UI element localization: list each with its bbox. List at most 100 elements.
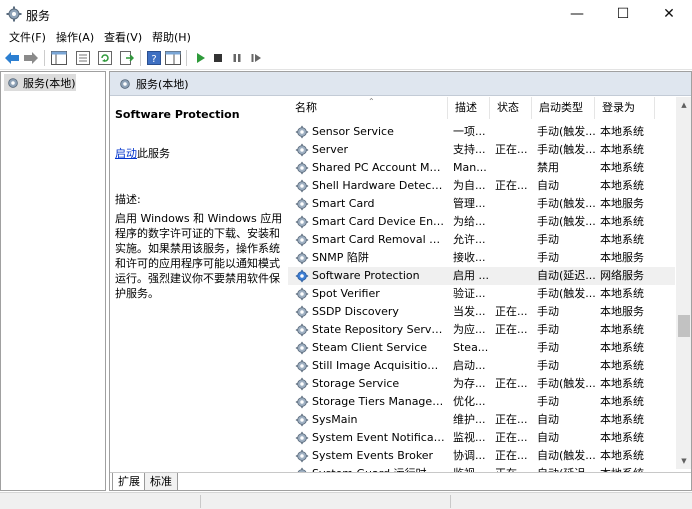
table-row[interactable]: SysMain 维护... 正在... 自动 本地系统 <box>288 411 675 429</box>
table-row[interactable]: Storage Service 为存... 正在... 手动(触发... 本地系统 <box>288 375 675 393</box>
service-startup-type: 手动(触发... <box>537 125 595 138</box>
stop-service-icon[interactable] <box>209 49 227 67</box>
service-startup-type: 手动 <box>537 323 559 336</box>
export-list-icon[interactable] <box>118 49 136 67</box>
pane-header: 服务(本地) <box>110 72 691 96</box>
service-startup-type: 手动 <box>537 233 559 246</box>
view-tabs: 扩展 标准 <box>110 472 691 490</box>
maximize-icon: ☐ <box>616 6 630 22</box>
service-status <box>495 159 533 177</box>
column-header-logon-as[interactable]: 登录为 <box>595 97 655 119</box>
table-row[interactable]: Smart Card Removal Policy 允许... 手动 本地系统 <box>288 231 675 249</box>
tab-standard[interactable]: 标准 <box>144 473 178 490</box>
service-name-cell: System Events Broker <box>295 447 445 465</box>
service-logon-as: 本地系统 <box>600 215 644 228</box>
scroll-thumb[interactable] <box>678 315 690 337</box>
service-status <box>495 231 533 249</box>
table-row[interactable]: Spot Verifier 验证... 手动(触发... 本地系统 <box>288 285 675 303</box>
service-description: 一项... <box>453 125 486 138</box>
column-header-startup-type[interactable]: 启动类型 <box>532 97 595 119</box>
show-hide-tree-icon[interactable] <box>50 49 68 67</box>
service-name: Shared PC Account Manager <box>312 161 445 174</box>
service-startup-type: 手动 <box>537 395 559 408</box>
service-startup-type: 自动 <box>537 413 559 426</box>
service-startup-type: 手动 <box>537 359 559 372</box>
pause-service-icon[interactable] <box>228 49 246 67</box>
menu-help[interactable]: 帮助(H) <box>152 29 191 45</box>
service-name-cell: SNMP 陷阱 <box>295 249 445 267</box>
service-name-cell: Still Image Acquisition Eve... <box>295 357 445 375</box>
service-startup-type: 禁用 <box>537 161 559 174</box>
service-status: 正在... <box>495 143 528 156</box>
menu-bar: 文件(F) 操作(A) 查看(V) 帮助(H) <box>0 28 692 46</box>
service-logon-as: 本地系统 <box>600 233 644 246</box>
table-row[interactable]: SSDP Discovery 当发... 正在... 手动 本地服务 <box>288 303 675 321</box>
close-button[interactable]: ✕ <box>646 0 692 28</box>
service-description: 优化... <box>453 395 486 408</box>
back-icon[interactable] <box>3 49 21 67</box>
vertical-scrollbar[interactable]: ▲ ▼ <box>676 97 691 469</box>
forward-icon[interactable] <box>22 49 40 67</box>
table-row[interactable]: Storage Tiers Management 优化... 手动 本地系统 <box>288 393 675 411</box>
service-description: 启动... <box>453 359 486 372</box>
table-row[interactable]: Software Protection 启用 ... 自动(延迟... 网络服务 <box>288 267 675 285</box>
service-logon-as: 网络服务 <box>600 269 644 282</box>
table-row[interactable]: Sensor Service 一项... 手动(触发... 本地系统 <box>288 123 675 141</box>
service-name: SysMain <box>312 413 358 426</box>
service-logon-as: 本地系统 <box>600 143 644 156</box>
table-row[interactable]: Smart Card Device Enumer... 为给... 手动(触发...… <box>288 213 675 231</box>
service-description: 为存... <box>453 377 486 390</box>
menu-action[interactable]: 操作(A) <box>56 29 94 45</box>
service-name-cell: System Event Notification ... <box>295 429 445 447</box>
scroll-down-icon[interactable]: ▼ <box>676 453 691 469</box>
service-status <box>495 213 533 231</box>
service-gear-icon <box>295 431 309 445</box>
service-name-cell: Storage Service <box>295 375 445 393</box>
service-logon-as: 本地系统 <box>600 431 644 444</box>
minimize-button[interactable]: — <box>554 0 600 28</box>
table-row[interactable]: SNMP 陷阱 接收... 手动 本地服务 <box>288 249 675 267</box>
service-description: 接收... <box>453 251 486 264</box>
service-status <box>495 195 533 213</box>
service-logon-as: 本地系统 <box>600 449 644 462</box>
table-row[interactable]: Shared PC Account Manager Man... 禁用 本地系统 <box>288 159 675 177</box>
service-startup-type: 自动 <box>537 179 559 192</box>
table-row[interactable]: Steam Client Service Stea... 手动 本地系统 <box>288 339 675 357</box>
restart-service-icon[interactable] <box>247 49 265 67</box>
tab-extended[interactable]: 扩展 <box>112 473 146 490</box>
service-name: Server <box>312 143 349 156</box>
scroll-up-icon[interactable]: ▲ <box>676 97 691 113</box>
column-header-description[interactable]: 描述 <box>448 97 490 119</box>
table-row[interactable]: System Events Broker 协调... 正在... 自动(触发... 本地… <box>288 447 675 465</box>
service-gear-icon <box>295 143 309 157</box>
table-row[interactable]: Server 支持... 正在... 手动(触发... 本地系统 <box>288 141 675 159</box>
menu-file[interactable]: 文件(F) <box>9 29 46 45</box>
service-startup-type: 手动(触发... <box>537 215 595 228</box>
service-logon-as: 本地系统 <box>600 341 644 354</box>
start-service-icon[interactable] <box>191 49 209 67</box>
service-gear-icon <box>295 197 309 211</box>
table-row[interactable]: Shell Hardware Detection 为自... 正在... 自动 本地系统 <box>288 177 675 195</box>
table-row[interactable]: Smart Card 管理... 手动(触发... 本地服务 <box>288 195 675 213</box>
tree-item-services-local[interactable]: 服务(本地) <box>4 74 76 91</box>
menu-view[interactable]: 查看(V) <box>104 29 142 45</box>
service-status <box>495 357 533 375</box>
maximize-button[interactable]: ☐ <box>600 0 646 28</box>
refresh-icon[interactable] <box>96 49 114 67</box>
column-header-name[interactable]: 名称 <box>288 97 448 119</box>
service-description: 协调... <box>453 449 486 462</box>
service-gear-icon <box>295 179 309 193</box>
column-header-status[interactable]: 状态 <box>490 97 532 119</box>
table-row[interactable]: Still Image Acquisition Eve... 启动... 手动 本地系… <box>288 357 675 375</box>
service-startup-type: 自动(延迟... <box>537 269 595 282</box>
table-row[interactable]: State Repository Service 为应... 正在... 手动 本地系统 <box>288 321 675 339</box>
table-row[interactable]: System Event Notification ... 监视... 正在... 自… <box>288 429 675 447</box>
service-name-cell: SSDP Discovery <box>295 303 445 321</box>
start-service-link[interactable]: 启动 <box>115 147 137 160</box>
properties-icon[interactable] <box>74 49 92 67</box>
service-status <box>495 285 533 303</box>
service-description: 启用 ... <box>453 269 489 282</box>
show-pane-icon[interactable] <box>164 49 182 67</box>
help-icon[interactable]: ? <box>145 49 163 67</box>
service-name: Sensor Service <box>312 125 394 138</box>
